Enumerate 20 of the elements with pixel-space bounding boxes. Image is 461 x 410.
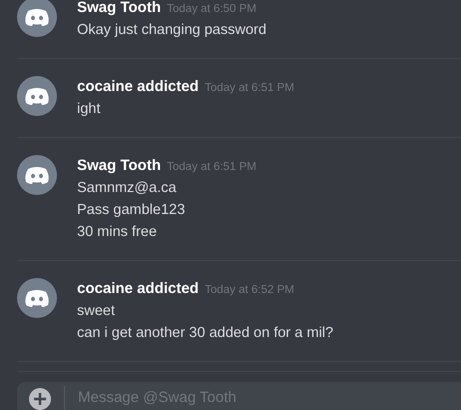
- author-name[interactable]: Swag Tooth: [77, 0, 161, 19]
- message-text: Okay just changing password: [77, 22, 266, 38]
- message-text: 30 mins free: [77, 224, 157, 240]
- avatar-icon[interactable]: [17, 76, 57, 116]
- message-text: ight: [77, 101, 100, 117]
- message-text: Samnmz@a.ca: [77, 180, 176, 196]
- timestamp: Today at 6:51 PM: [204, 81, 294, 96]
- timestamp: Today at 6:50 PM: [166, 2, 256, 17]
- timestamp: Today at 6:52 PM: [204, 283, 294, 298]
- author-name[interactable]: cocaine addicted: [77, 278, 199, 300]
- avatar-icon[interactable]: [17, 155, 57, 195]
- avatar-icon[interactable]: [17, 0, 57, 37]
- message-text: Pass gamble123: [77, 202, 186, 218]
- author-name[interactable]: Swag Tooth: [77, 155, 161, 177]
- message-text: can i get another 30 added on for a mil?: [77, 325, 334, 341]
- message-text: sweet: [77, 303, 115, 319]
- add-button[interactable]: [29, 387, 51, 409]
- avatar-icon[interactable]: [17, 278, 57, 318]
- author-name[interactable]: cocaine addicted: [77, 76, 199, 98]
- timestamp: Today at 6:51 PM: [166, 160, 256, 175]
